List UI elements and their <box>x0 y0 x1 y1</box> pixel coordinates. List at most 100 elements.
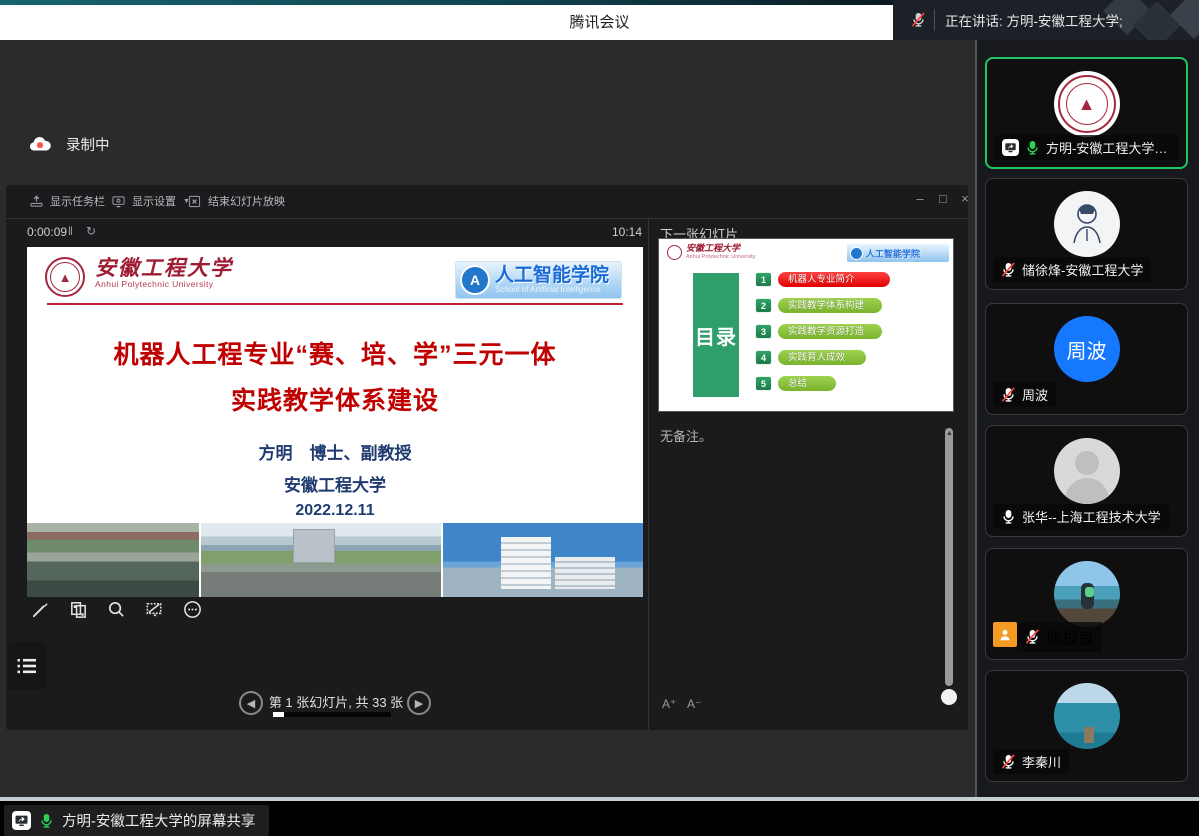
decor-diamond <box>1170 0 1199 39</box>
prev-slide-button[interactable]: ◀ <box>239 691 263 715</box>
toc-item: 4 实践育人成效 <box>755 350 866 365</box>
restart-timer-icon[interactable]: ↻ <box>86 224 96 238</box>
muted-mic-icon <box>1001 262 1016 278</box>
participant-name: 张华--上海工程技术大学 <box>1022 507 1161 526</box>
taskbar-edge-strip <box>0 797 1199 801</box>
participant-label: 周波 <box>993 382 1056 407</box>
avatar <box>1054 438 1120 504</box>
minimize-button[interactable]: – <box>911 191 929 206</box>
muted-mic-icon <box>1025 629 1040 645</box>
participant-name: 方明-安徽工程大学的... <box>1046 138 1171 157</box>
slide-list-button[interactable] <box>8 642 46 690</box>
list-icon <box>15 654 39 678</box>
college-logo-banner: A 人工智能学院 School of Artificial Intelligen… <box>455 261 622 299</box>
zoom-tool-icon[interactable] <box>104 597 128 621</box>
toc-item: 5 总结 <box>755 376 836 391</box>
campus-photo-gate <box>201 523 441 597</box>
participant-name: 李秦川 <box>1022 752 1061 771</box>
mic-on-icon <box>1025 140 1040 156</box>
slide-progress-bar[interactable] <box>273 712 391 717</box>
notes-scrollbar[interactable]: ▲ <box>945 428 953 686</box>
participant-label: 李秦川 <box>993 749 1069 774</box>
font-decrease-button[interactable]: A⁻ <box>687 697 701 711</box>
member-badge-icon <box>993 622 1017 647</box>
college-logo: A <box>460 265 490 295</box>
university-seal-logo <box>667 245 682 260</box>
display-icon <box>112 195 125 208</box>
toc-item: 1 机器人专业简介 <box>755 272 890 287</box>
college-name: 人工智能学院 <box>495 267 609 285</box>
elapsed-timer: 0:00:09 <box>27 225 67 239</box>
next-slide-preview[interactable]: 安徽工程大学 Anhui Polytechnic University 人工智能… <box>658 238 954 412</box>
muted-mic-icon <box>911 12 926 28</box>
participant-tile[interactable]: 储徐烽-安徽工程大学 <box>985 178 1188 290</box>
participant-label: 方明-安徽工程大学的... <box>994 135 1179 160</box>
campus-photos-strip <box>27 523 643 597</box>
speaking-indicator: 正在讲话: 方明-安徽工程大学; <box>893 0 1199 40</box>
slide-canvas[interactable]: ▲ 安徽工程大学 Anhui Polytechnic University A … <box>27 247 643 597</box>
divider <box>47 303 623 305</box>
end-show-icon <box>188 195 201 208</box>
participant-tile[interactable]: ▲ 方明-安徽工程大学的... <box>985 57 1188 169</box>
avatar: 周波 <box>1054 316 1120 382</box>
college-name-en: School of Artificial Intelligence <box>495 285 609 294</box>
divider <box>648 219 649 730</box>
pause-timer-icon[interactable]: ‖ <box>68 224 73 238</box>
university-name-en: Anhui Polytechnic University <box>95 279 233 289</box>
muted-mic-icon <box>1001 754 1016 770</box>
university-name-block: 安徽工程大学 Anhui Polytechnic University <box>686 244 755 260</box>
participant-name: 周波 <box>1022 385 1048 404</box>
slide-title-line1: 机器人工程专业“赛、培、学”三元一体 <box>27 335 643 371</box>
slide-progress-fill <box>273 712 284 717</box>
screen-pointer-icon[interactable] <box>142 597 166 621</box>
display-settings-button[interactable]: 显示设置 ▼ <box>112 193 190 209</box>
avatar <box>1054 683 1120 749</box>
campus-photo-building <box>443 523 643 597</box>
screen-share-icon <box>1002 139 1019 156</box>
next-slide-button[interactable]: ▶ <box>407 691 431 715</box>
pen-tool-icon[interactable] <box>28 597 52 621</box>
show-taskbar-button[interactable]: 显示任务栏 <box>30 193 105 209</box>
slide-counter: 第 1 张幻灯片, 共 33 张 <box>264 692 408 711</box>
notes-scrollbar-handle[interactable] <box>941 689 957 705</box>
college-logo <box>850 247 863 260</box>
participant-tile[interactable]: 周波 周波 <box>985 303 1188 415</box>
font-increase-button[interactable]: A⁺ <box>662 697 676 711</box>
college-logo-banner: 人工智能学院 <box>847 244 949 262</box>
restore-button[interactable]: □ <box>934 191 952 206</box>
mic-on-icon <box>1001 509 1016 525</box>
show-taskbar-label: 显示任务栏 <box>50 193 105 209</box>
slide-affiliation: 安徽工程大学 <box>27 471 643 496</box>
cloud-record-icon <box>28 135 52 154</box>
participant-tile[interactable]: 熊根良 <box>985 548 1188 660</box>
scroll-up-icon: ▲ <box>946 430 953 437</box>
participant-label: 熊根良 <box>993 622 1102 652</box>
presenter-window: 显示任务栏 显示设置 ▼ 结束幻灯片放映 – □ × 0:00:09 ‖ ↻ 1… <box>6 185 968 730</box>
slide-title-line2: 实践教学体系建设 <box>27 381 643 417</box>
end-slideshow-button[interactable]: 结束幻灯片放映 <box>188 193 285 209</box>
clock: 10:14 <box>582 225 642 239</box>
toc-title-bar: 目录 <box>693 273 739 397</box>
speaker-notes: 无备注。 <box>660 426 712 445</box>
participant-tile[interactable]: 李秦川 <box>985 670 1188 782</box>
recording-label: 录制中 <box>66 134 110 155</box>
campus-photo-lake <box>27 523 199 597</box>
toc-item: 2 实践教学体系构建 <box>755 298 882 313</box>
participant-label: 张华--上海工程技术大学 <box>993 504 1169 529</box>
university-seal-logo: ▲ <box>45 257 85 297</box>
slides-panel-icon[interactable] <box>66 597 90 621</box>
participant-name: 储徐烽-安徽工程大学 <box>1022 260 1143 279</box>
avatar <box>1054 561 1120 627</box>
display-settings-label: 显示设置 <box>132 193 176 209</box>
more-tools-icon[interactable] <box>180 597 204 621</box>
slide-speaker: 方明 博士、副教授 <box>27 439 643 464</box>
participant-tile[interactable]: 张华--上海工程技术大学 <box>985 425 1188 537</box>
divider <box>934 9 935 31</box>
sidebar-scrollbar[interactable] <box>975 40 977 797</box>
screen-share-banner: 方明-安徽工程大学的屏幕共享 <box>4 805 269 836</box>
muted-mic-icon <box>1001 387 1016 403</box>
university-name: 安徽工程大学 <box>95 257 233 279</box>
participant-label: 储徐烽-安徽工程大学 <box>993 257 1151 282</box>
avatar-initials: 周波 <box>1067 335 1107 364</box>
close-button[interactable]: × <box>956 191 974 206</box>
